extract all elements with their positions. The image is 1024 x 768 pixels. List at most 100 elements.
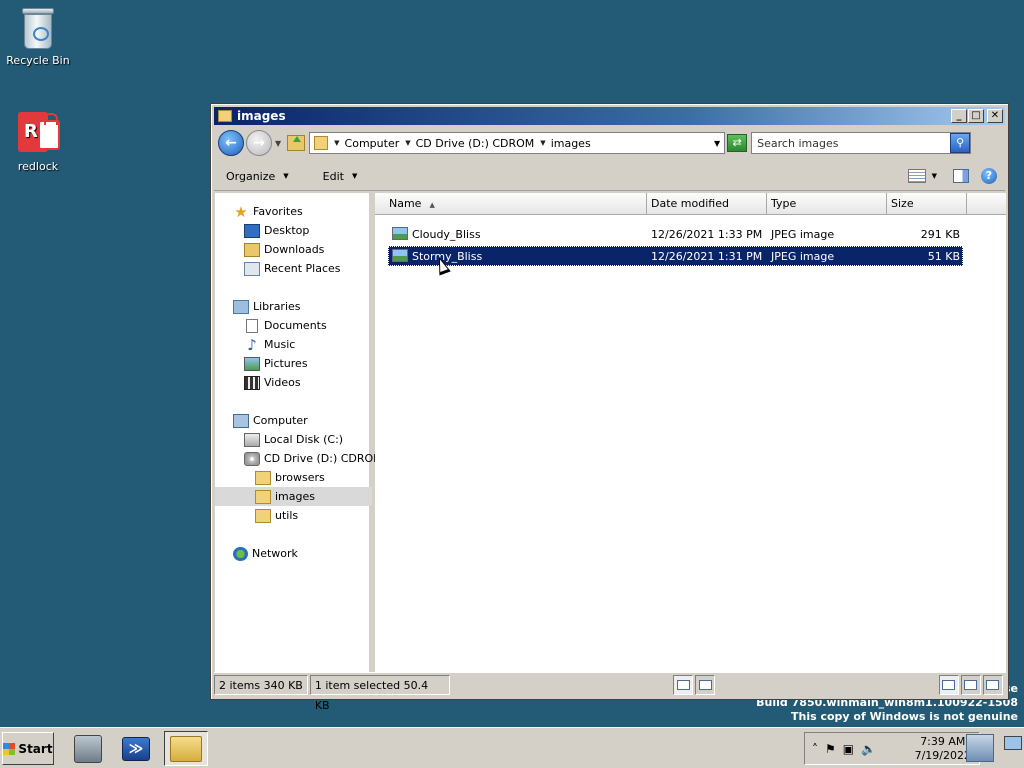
computer-icon <box>233 413 249 428</box>
recycle-bin-label: Recycle Bin <box>6 54 70 67</box>
address-dropdown-icon[interactable]: ▼ <box>714 139 720 148</box>
status-bar: 2 items 340 KB 1 item selected 50.4 KB <box>214 672 1005 712</box>
notification-area: ˄ ⚑ ▣ 🔈 7:39 AM 7/19/2022 <box>804 732 980 765</box>
file-size: 51 KB <box>927 249 960 263</box>
start-button[interactable]: Start <box>2 732 54 765</box>
redlock-icon: R <box>16 112 60 156</box>
view-options-chevron-icon[interactable]: ▼ <box>932 172 937 180</box>
file-row-selected[interactable]: Stormy_Bliss 12/26/2021 1:31 PM JPEG ima… <box>388 246 963 266</box>
column-header-type[interactable]: Type <box>767 193 887 215</box>
folder-icon <box>218 110 232 122</box>
redlock-shortcut[interactable]: R redlock <box>0 112 76 173</box>
taskbar-explorer[interactable] <box>164 731 208 766</box>
recycle-bin-shortcut[interactable]: Recycle Bin <box>0 8 76 67</box>
layout-split-button[interactable] <box>960 674 981 695</box>
change-view-icon[interactable] <box>907 169 926 183</box>
user-avatar[interactable] <box>966 734 994 762</box>
recent-places-icon <box>244 261 260 276</box>
tree-music[interactable]: ♪ Music <box>244 335 295 354</box>
details-view-icon <box>676 679 690 690</box>
recent-pages-dropdown-icon[interactable]: ▼ <box>275 139 281 148</box>
status-item-count: 2 items 340 KB <box>214 674 308 695</box>
details-view-button[interactable] <box>673 674 694 695</box>
column-header-name[interactable]: Name ▲ <box>375 193 647 215</box>
redlock-label: redlock <box>17 160 59 173</box>
split-pane-icon <box>964 679 978 690</box>
refresh-button[interactable]: ⇄ <box>727 134 748 152</box>
forward-button[interactable]: → <box>246 130 272 156</box>
tree-favorites[interactable]: ★ Favorites <box>233 202 302 221</box>
edit-menu[interactable]: Edit ▼ <box>311 170 368 183</box>
taskbar-powershell[interactable]: ≫ <box>114 731 158 766</box>
file-date: 12/26/2021 1:33 PM <box>651 227 763 241</box>
tree-network[interactable]: Network <box>233 544 298 563</box>
back-button[interactable]: ← <box>218 130 244 156</box>
search-input[interactable] <box>752 134 950 152</box>
show-hidden-icons-chevron-icon[interactable]: ˄ <box>812 742 818 756</box>
maximize-button[interactable]: □ <box>968 109 984 123</box>
organize-menu[interactable]: Organize ▼ <box>214 170 299 183</box>
tree-images[interactable]: images <box>215 487 372 506</box>
tree-cd-drive[interactable]: CD Drive (D:) CDROM <box>244 449 383 468</box>
clock[interactable]: 7:39 AM 7/19/2022 <box>915 735 971 763</box>
triple-pane-icon <box>986 679 1000 690</box>
layout-single-button[interactable] <box>938 674 959 695</box>
search-icon[interactable]: ⚲ <box>950 133 971 153</box>
column-header-date[interactable]: Date modified <box>647 193 767 215</box>
status-selection: 1 item selected 50.4 KB <box>309 674 450 712</box>
breadcrumb-images[interactable]: ▼ images <box>540 137 590 150</box>
thumbnail-view-icon <box>698 679 712 690</box>
thumbnail-view-button[interactable] <box>695 674 716 695</box>
music-note-icon: ♪ <box>247 335 257 354</box>
desktop-icon <box>244 223 260 238</box>
breadcrumb-arrow-icon[interactable]: ▼ <box>405 139 410 147</box>
help-icon[interactable]: ? <box>981 168 997 184</box>
breadcrumb-cd-drive[interactable]: ▼ CD Drive (D:) CDROM <box>405 137 534 150</box>
tree-recent-places[interactable]: Recent Places <box>244 259 341 278</box>
recycle-bin-icon <box>21 8 55 50</box>
minimize-button[interactable]: _ <box>951 109 967 123</box>
taskbar: Start ≫ ˄ ⚑ ▣ 🔈 7:39 AM 7/19/2022 <box>0 727 1024 768</box>
network-status-icon[interactable]: ▣ <box>843 742 854 756</box>
breadcrumb-arrow-icon[interactable]: ▼ <box>334 139 339 147</box>
column-header-size[interactable]: Size <box>887 193 967 215</box>
tree-utils[interactable]: utils <box>255 506 298 525</box>
windows-logo-icon <box>3 742 16 755</box>
navigation-pane: ★ Favorites Desktop Downloads Recent Plac… <box>215 193 383 673</box>
file-row[interactable]: Cloudy_Bliss 12/26/2021 1:33 PM JPEG ima… <box>388 224 963 244</box>
file-size: 291 KB <box>920 227 960 241</box>
tree-downloads[interactable]: Downloads <box>244 240 324 259</box>
explorer-folder-icon <box>170 735 202 762</box>
close-button[interactable]: ✕ <box>987 109 1003 123</box>
clock-date: 7/19/2022 <box>914 748 971 762</box>
taskbar-server-manager[interactable] <box>66 731 110 766</box>
tree-desktop[interactable]: Desktop <box>244 221 309 240</box>
file-list: Name ▲ Date modified Type Size Cloudy_Bli… <box>375 193 1006 673</box>
tree-local-disk[interactable]: Local Disk (C:) <box>244 430 343 449</box>
network-icon <box>233 546 248 561</box>
tree-browsers[interactable]: browsers <box>255 468 325 487</box>
tree-libraries[interactable]: Libraries <box>233 297 301 316</box>
command-bar: Organize ▼ Edit ▼ ▼ ? <box>214 162 1005 191</box>
jpeg-image-icon <box>392 249 408 262</box>
tree-videos[interactable]: Videos <box>244 373 301 392</box>
tree-pictures[interactable]: Pictures <box>244 354 308 373</box>
breadcrumb-arrow-icon[interactable]: ▼ <box>540 139 545 147</box>
title-bar[interactable]: images _ □ ✕ <box>214 107 1005 125</box>
hard-disk-icon <box>244 432 260 447</box>
search-box: ⚲ <box>751 132 972 154</box>
address-bar[interactable]: ▼ Computer ▼ CD Drive (D:) CDROM ▼ images ▼ <box>309 132 726 154</box>
tree-documents[interactable]: Documents <box>244 316 327 335</box>
show-desktop-icon[interactable] <box>1004 736 1022 750</box>
libraries-icon <box>233 299 249 314</box>
layout-triple-button[interactable] <box>982 674 1003 695</box>
breadcrumb-computer[interactable]: ▼ Computer <box>334 137 399 150</box>
clock-time: 7:39 AM <box>920 734 966 748</box>
volume-muted-icon[interactable]: 🔈 <box>861 742 876 756</box>
preview-pane-icon[interactable] <box>953 169 969 183</box>
up-folder-icon[interactable] <box>287 135 306 151</box>
action-center-flag-icon[interactable]: ⚑ <box>825 742 836 756</box>
jpeg-image-icon <box>392 227 408 240</box>
downloads-icon <box>244 242 260 257</box>
tree-computer[interactable]: Computer <box>233 411 308 430</box>
